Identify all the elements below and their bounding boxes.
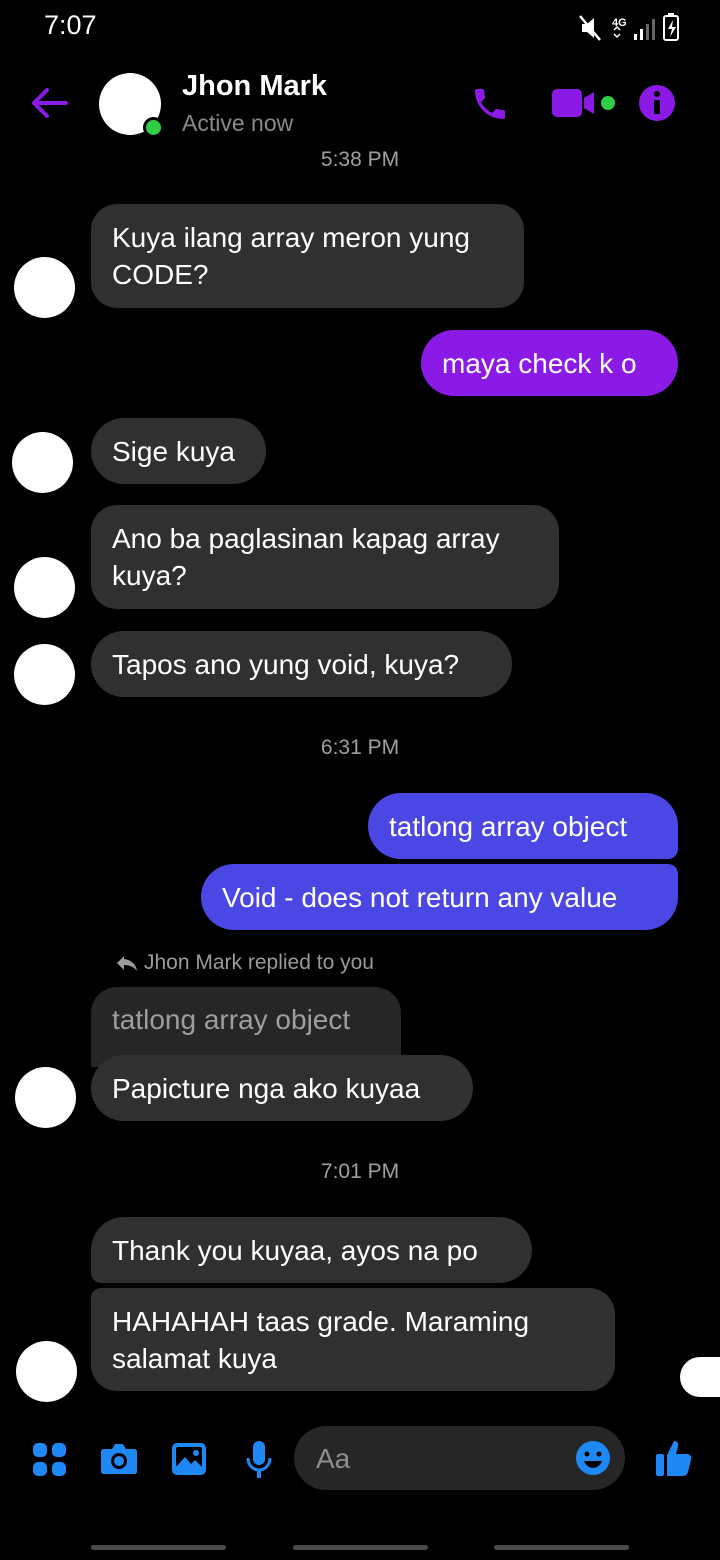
message-bubble-sent[interactable]: tatlong array object <box>368 793 678 859</box>
sender-avatar[interactable] <box>15 1067 76 1128</box>
message-input[interactable] <box>314 1438 568 1480</box>
timestamp: 6:31 PM <box>320 736 400 759</box>
back-arrow-icon[interactable] <box>30 86 68 120</box>
reply-note: Jhon Mark replied to you <box>116 951 374 975</box>
seen-avatar <box>680 1357 720 1397</box>
message-bubble-received[interactable]: Thank you kuyaa, ayos na po <box>91 1217 532 1283</box>
contact-name[interactable]: Jhon Mark <box>182 70 327 103</box>
gallery-icon[interactable] <box>171 1442 207 1476</box>
apps-icon[interactable] <box>33 1443 67 1477</box>
thumbs-up-icon[interactable] <box>655 1438 693 1478</box>
battery-icon <box>663 13 679 41</box>
signal-icon <box>634 19 655 40</box>
message-bubble-received[interactable]: Papicture nga ako kuyaa <box>91 1055 473 1121</box>
message-bubble-received[interactable]: HAHAHAH taas grade. Maraming salamat kuy… <box>91 1288 615 1391</box>
sender-avatar[interactable] <box>14 644 75 705</box>
nav-indicator[interactable] <box>91 1545 226 1550</box>
message-bubble-sent[interactable]: maya check k o <box>421 330 678 396</box>
camera-icon[interactable] <box>100 1442 138 1476</box>
sender-avatar[interactable] <box>14 557 75 618</box>
message-bubble-received[interactable]: Kuya ilang array meron yung CODE? <box>91 204 524 308</box>
message-input-container <box>294 1426 625 1490</box>
contact-status: Active now <box>182 110 294 136</box>
message-bubble-received[interactable]: Tapos ano yung void, kuya? <box>91 631 512 697</box>
emoji-icon[interactable] <box>575 1440 611 1476</box>
video-active-dot <box>601 96 615 110</box>
status-icons: 4G <box>578 12 688 44</box>
reply-note-text: Jhon Mark replied to you <box>144 951 374 974</box>
reply-icon <box>117 956 137 971</box>
status-time: 7:07 <box>44 10 97 40</box>
message-bubble-received[interactable]: Sige kuya <box>91 418 266 484</box>
message-bubble-sent[interactable]: Void - does not return any value <box>201 864 678 930</box>
microphone-icon[interactable] <box>246 1440 272 1480</box>
nav-indicator[interactable] <box>494 1545 629 1550</box>
network-type: 4G <box>612 17 627 29</box>
mute-icon <box>579 15 601 41</box>
video-icon[interactable] <box>552 86 598 120</box>
phone-icon[interactable] <box>470 84 510 124</box>
message-bubble-received[interactable]: Ano ba paglasinan kapag array kuya? <box>91 505 559 609</box>
sender-avatar[interactable] <box>12 432 73 493</box>
nav-indicator[interactable] <box>293 1545 428 1550</box>
online-indicator <box>143 117 164 138</box>
timestamp: 5:38 PM <box>320 148 400 171</box>
info-icon[interactable] <box>638 84 676 122</box>
sender-avatar[interactable] <box>14 257 75 318</box>
timestamp: 7:01 PM <box>320 1160 400 1183</box>
sender-avatar[interactable] <box>16 1341 77 1402</box>
